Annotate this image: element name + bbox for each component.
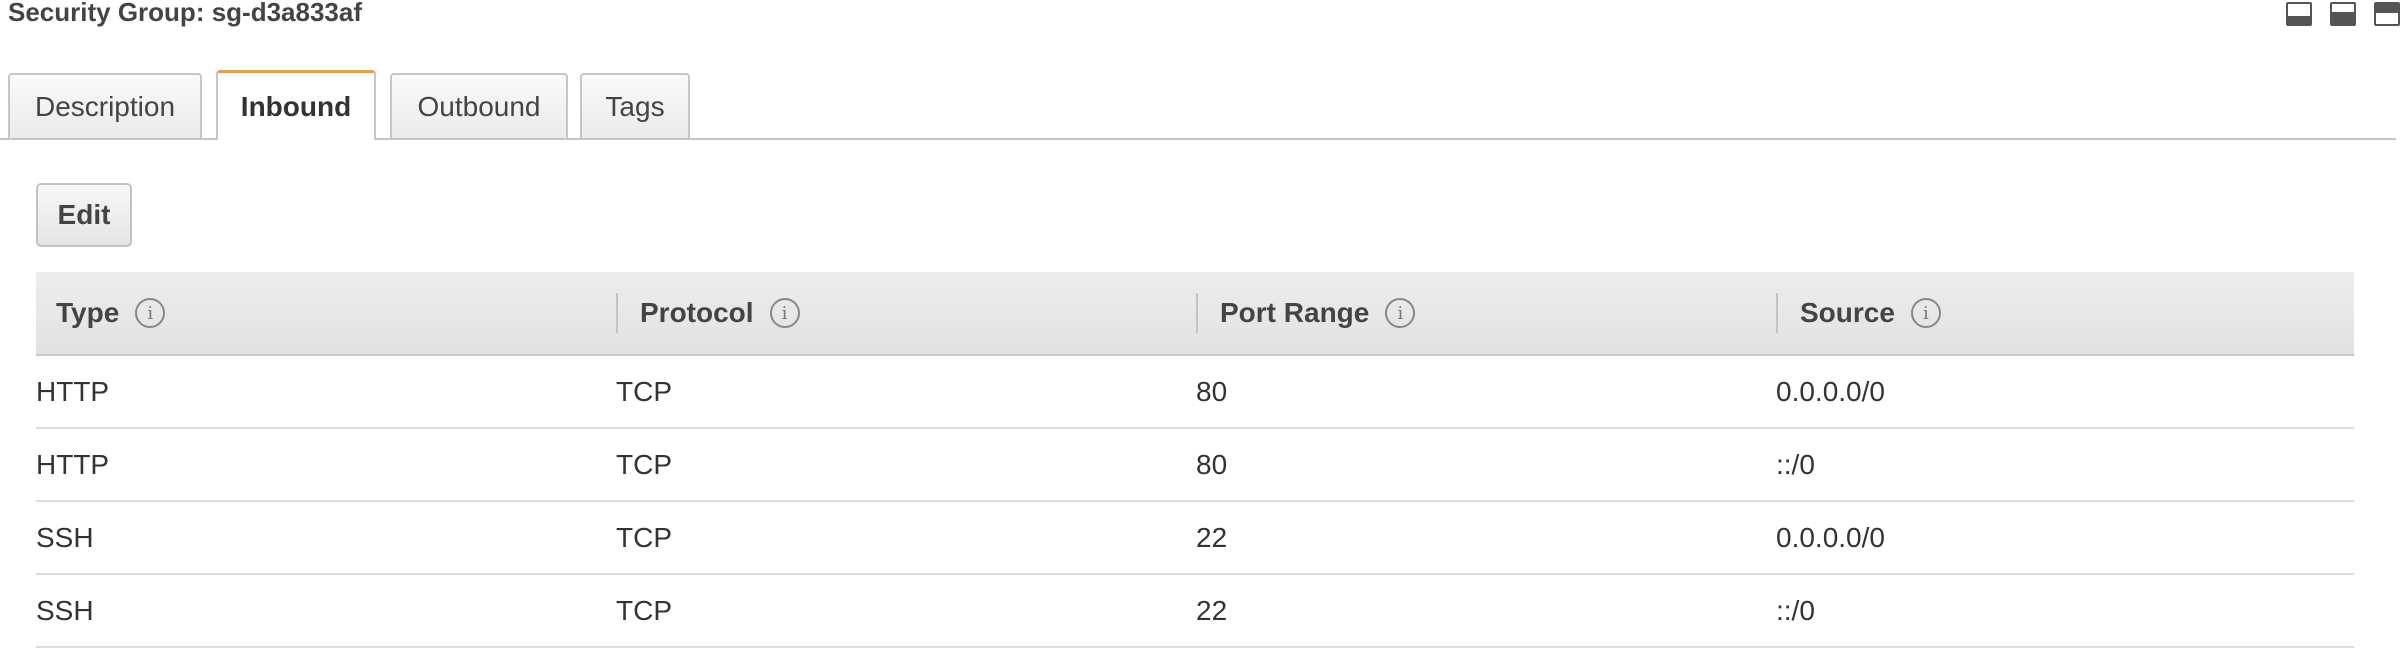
panel-bottom-icon[interactable] (2286, 2, 2312, 26)
cell-source: 0.0.0.0/0 (1776, 375, 1885, 407)
column-header-type[interactable]: Type i (36, 272, 616, 354)
cell-type: SSH (36, 521, 94, 553)
info-icon[interactable]: i (1910, 298, 1941, 328)
table-row: HTTP TCP 80 0.0.0.0/0 (36, 356, 2354, 429)
table-row: SSH TCP 22 0.0.0.0/0 (36, 502, 2354, 575)
cell-protocol: TCP (616, 594, 672, 626)
cell-port-range: 80 (1196, 448, 1228, 480)
cell-type: SSH (36, 594, 94, 626)
cell-type: HTTP (36, 448, 110, 480)
info-icon[interactable]: i (769, 298, 800, 328)
info-icon[interactable]: i (135, 298, 166, 328)
column-divider[interactable] (1776, 293, 1778, 333)
cell-protocol: TCP (616, 375, 672, 407)
panel-layout-controls (2286, 2, 2400, 26)
cell-protocol: TCP (616, 521, 672, 553)
cell-source: ::/0 (1776, 448, 1815, 480)
panel-top-icon[interactable] (2374, 2, 2400, 26)
column-header-source[interactable]: Source i (1776, 272, 2354, 354)
cell-source: ::/0 (1776, 594, 1815, 626)
panel-split-icon[interactable] (2330, 2, 2356, 26)
edit-button[interactable]: Edit (36, 183, 132, 247)
table-row: HTTP TCP 80 ::/0 (36, 429, 2354, 502)
column-header-port-range[interactable]: Port Range i (1196, 272, 1776, 354)
tab-tags[interactable]: Tags (580, 73, 690, 138)
column-header-label: Type (56, 297, 120, 328)
cell-protocol: TCP (616, 448, 672, 480)
info-icon[interactable]: i (1385, 298, 1416, 328)
table-row: SSH TCP 22 ::/0 (36, 575, 2354, 648)
panel-title: Security Group: sg-d3a833af (8, 0, 362, 27)
inbound-rules-table: Type i Protocol i Port Range i Source i … (36, 272, 2354, 648)
tab-description[interactable]: Description (8, 73, 202, 138)
cell-type: HTTP (36, 375, 110, 407)
column-divider[interactable] (1196, 293, 1198, 333)
column-header-label: Port Range (1220, 297, 1370, 328)
column-header-label: Source (1800, 297, 1895, 328)
cell-port-range: 80 (1196, 375, 1228, 407)
tab-inbound[interactable]: Inbound (216, 70, 376, 140)
cell-port-range: 22 (1196, 594, 1228, 626)
cell-port-range: 22 (1196, 521, 1228, 553)
column-header-protocol[interactable]: Protocol i (616, 272, 1196, 354)
table-header: Type i Protocol i Port Range i Source i (36, 272, 2354, 356)
tab-outbound[interactable]: Outbound (390, 73, 568, 138)
column-divider[interactable] (616, 293, 618, 333)
cell-source: 0.0.0.0/0 (1776, 521, 1885, 553)
tab-bar: Description Inbound Outbound Tags (0, 70, 2396, 140)
column-header-label: Protocol (640, 297, 754, 328)
